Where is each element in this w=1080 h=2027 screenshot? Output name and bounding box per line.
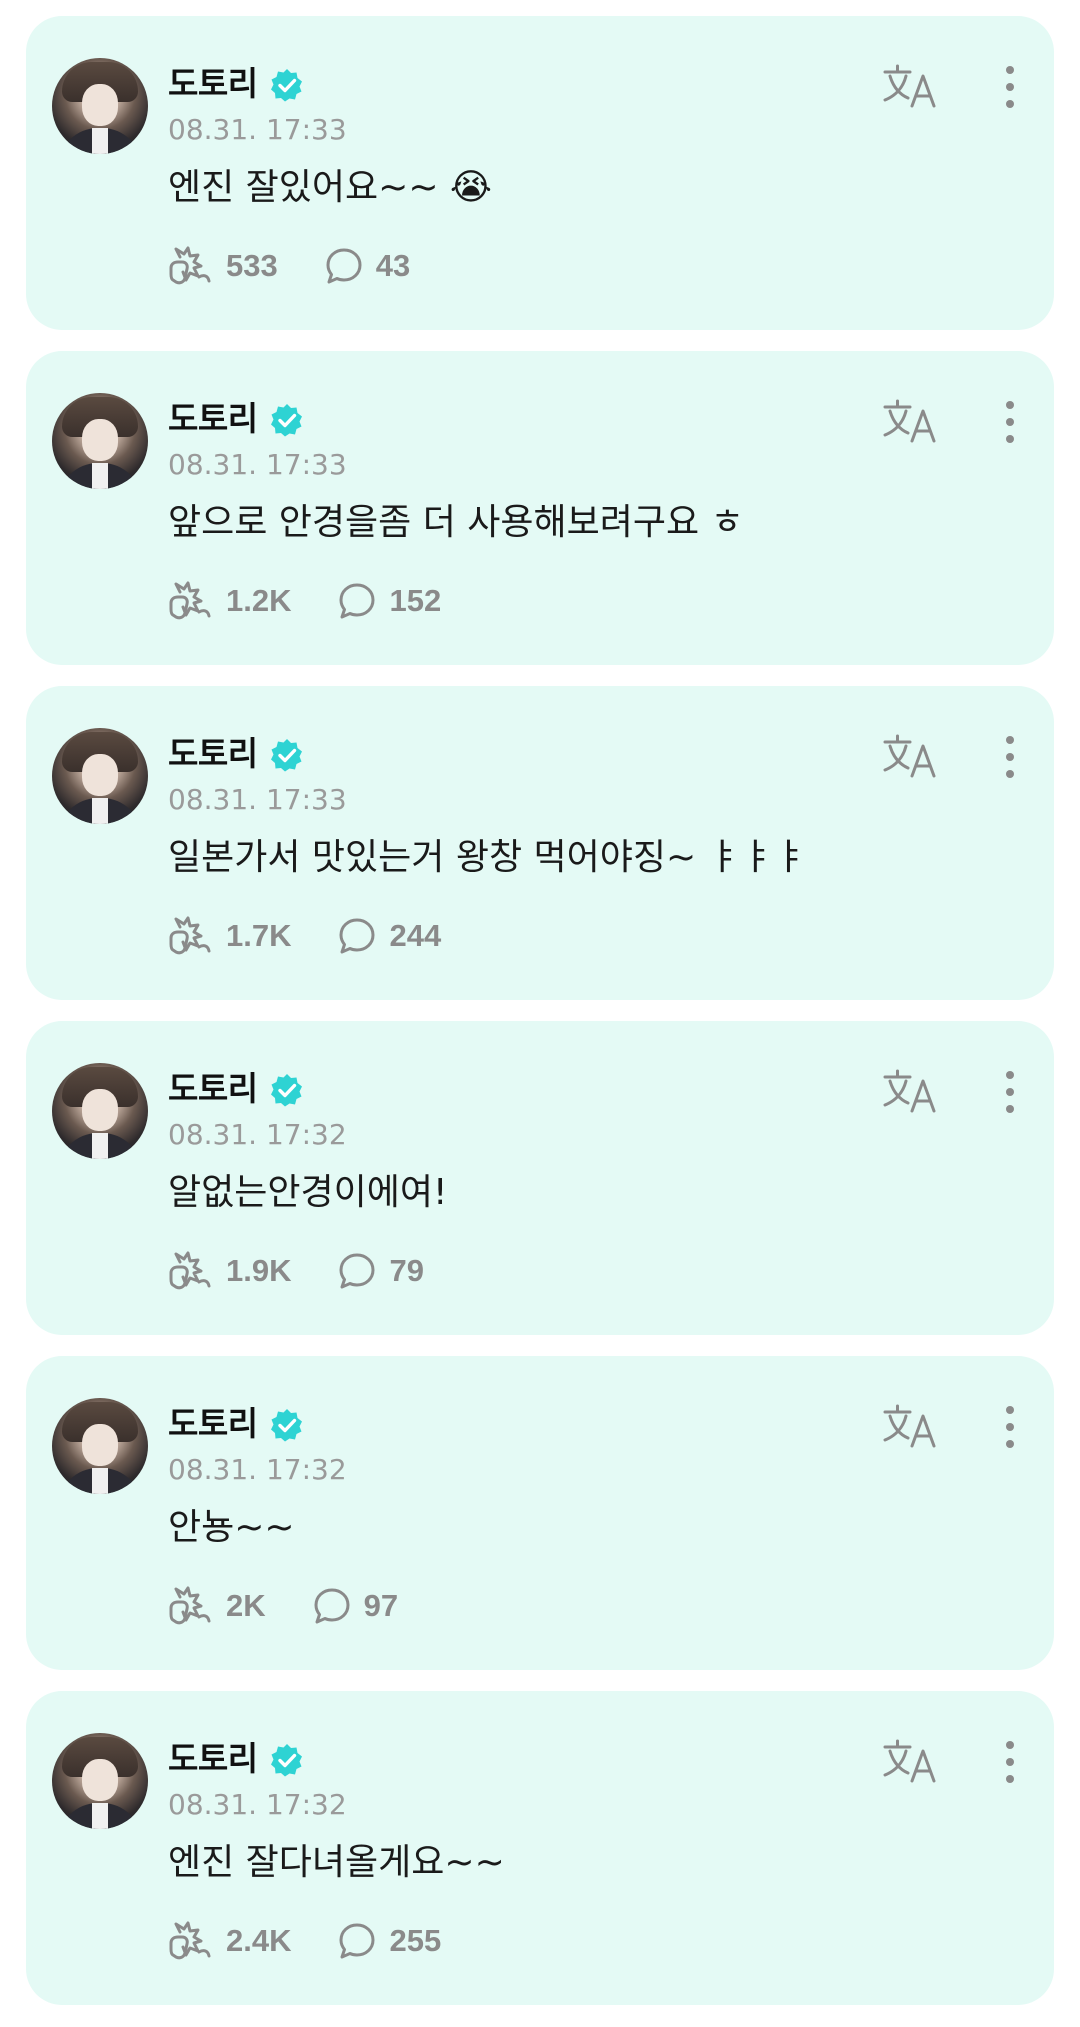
more-options-icon[interactable] (1000, 1402, 1020, 1452)
verified-badge-icon (271, 739, 302, 772)
avatar[interactable] (52, 1733, 148, 1829)
avatar[interactable] (52, 58, 148, 154)
like-count: 2K (226, 1588, 266, 1623)
comment-button[interactable]: 97 (312, 1586, 398, 1626)
post-timestamp: 08.31. 17:33 (168, 783, 347, 816)
post-actions: 1.9K 79 (168, 1247, 470, 1295)
like-count: 2.4K (226, 1923, 292, 1958)
author-name[interactable]: 도토리 (168, 734, 258, 774)
post-timestamp: 08.31. 17:32 (168, 1453, 347, 1486)
verified-badge-icon (271, 1744, 302, 1777)
comment-count: 43 (375, 248, 411, 283)
cheer-icon (169, 581, 211, 620)
like-count: 1.9K (226, 1253, 292, 1288)
post-card[interactable]: 도토리 08.31. 17:32 안뇽~~ 2K 97 (26, 1356, 1054, 1670)
like-button[interactable]: 2K (168, 1586, 266, 1626)
author-name[interactable]: 도토리 (168, 1404, 258, 1444)
comment-button[interactable]: 43 (324, 246, 410, 286)
post-timestamp: 08.31. 17:32 (168, 1788, 347, 1821)
post-card[interactable]: 도토리 08.31. 17:33 엔진 잘있어요~~ 😭 533 43 (26, 16, 1054, 330)
translate-icon[interactable] (882, 1067, 938, 1117)
post-timestamp: 08.31. 17:32 (168, 1118, 347, 1151)
like-button[interactable]: 1.9K (168, 1251, 291, 1291)
avatar[interactable] (52, 1063, 148, 1159)
comment-button[interactable]: 152 (337, 581, 441, 621)
post-actions: 533 43 (168, 242, 456, 290)
post-timestamp: 08.31. 17:33 (168, 448, 347, 481)
like-button[interactable]: 1.7K (168, 916, 291, 956)
like-button[interactable]: 1.2K (168, 581, 291, 621)
post-text: 알없는안경이에여! (168, 1172, 448, 1213)
comment-icon (326, 248, 362, 284)
post-actions: 2.4K 255 (168, 1917, 487, 1965)
avatar[interactable] (52, 1398, 148, 1494)
author-name[interactable]: 도토리 (168, 1739, 258, 1779)
author-name[interactable]: 도토리 (168, 399, 258, 439)
like-count: 1.2K (226, 583, 292, 618)
verified-badge-icon (271, 1074, 302, 1107)
comment-icon (314, 1588, 350, 1624)
cheer-icon (169, 1251, 211, 1290)
more-options-icon[interactable] (1000, 397, 1020, 447)
comment-count: 255 (389, 1923, 442, 1958)
more-options-icon[interactable] (1000, 732, 1020, 782)
post-text: 일본가서 맛있는거 왕창 먹어야징~ ㅑㅑㅑ (168, 837, 807, 878)
comment-count: 97 (363, 1588, 399, 1623)
post-actions: 1.7K 244 (168, 912, 487, 960)
translate-icon[interactable] (882, 397, 938, 447)
more-options-icon[interactable] (1000, 1067, 1020, 1117)
cheer-icon (169, 1921, 211, 1960)
verified-badge-icon (271, 404, 302, 437)
comment-button[interactable]: 244 (337, 916, 441, 956)
more-options-icon[interactable] (1000, 62, 1020, 112)
like-button[interactable]: 2.4K (168, 1921, 291, 1961)
comment-count: 244 (389, 918, 442, 953)
author-name[interactable]: 도토리 (168, 64, 258, 104)
cheer-icon (169, 246, 211, 285)
comment-icon (339, 1253, 375, 1289)
post-card[interactable]: 도토리 08.31. 17:32 엔진 잘다녀올게요~~ 2.4K 255 (26, 1691, 1054, 2005)
translate-icon[interactable] (882, 732, 938, 782)
cheer-icon (169, 916, 211, 955)
post-card[interactable]: 도토리 08.31. 17:33 앞으로 안경을좀 더 사용해보려구요 ㅎ 1.… (26, 351, 1054, 665)
cheer-icon (169, 1586, 211, 1625)
comment-button[interactable]: 79 (337, 1251, 424, 1291)
more-options-icon[interactable] (1000, 1737, 1020, 1787)
post-text: 안뇽~~ (168, 1507, 295, 1548)
post-actions: 2K 97 (168, 1582, 444, 1630)
comment-icon (339, 583, 375, 619)
comment-button[interactable]: 255 (337, 1921, 441, 1961)
comment-icon (339, 1923, 375, 1959)
avatar[interactable] (52, 728, 148, 824)
post-card[interactable]: 도토리 08.31. 17:32 알없는안경이에여! 1.9K 79 (26, 1021, 1054, 1335)
like-button[interactable]: 533 (168, 246, 278, 286)
comment-count: 152 (389, 583, 442, 618)
post-text: 엔진 잘다녀올게요~~ (168, 1842, 505, 1883)
post-actions: 1.2K 152 (168, 577, 487, 625)
post-text: 앞으로 안경을좀 더 사용해보려구요 ㅎ (168, 502, 744, 543)
post-card[interactable]: 도토리 08.31. 17:33 일본가서 맛있는거 왕창 먹어야징~ ㅑㅑㅑ (26, 686, 1054, 1000)
like-count: 533 (226, 248, 278, 283)
post-text: 엔진 잘있어요~~ 😭 (168, 167, 492, 208)
verified-badge-icon (271, 69, 302, 102)
like-count: 1.7K (226, 918, 292, 953)
author-name[interactable]: 도토리 (168, 1069, 258, 1109)
translate-icon[interactable] (882, 1402, 938, 1452)
comment-icon (339, 918, 375, 954)
translate-icon[interactable] (882, 1737, 938, 1787)
avatar[interactable] (52, 393, 148, 489)
verified-badge-icon (271, 1409, 302, 1442)
post-timestamp: 08.31. 17:33 (168, 113, 347, 146)
translate-icon[interactable] (882, 62, 938, 112)
comment-count: 79 (389, 1253, 424, 1288)
